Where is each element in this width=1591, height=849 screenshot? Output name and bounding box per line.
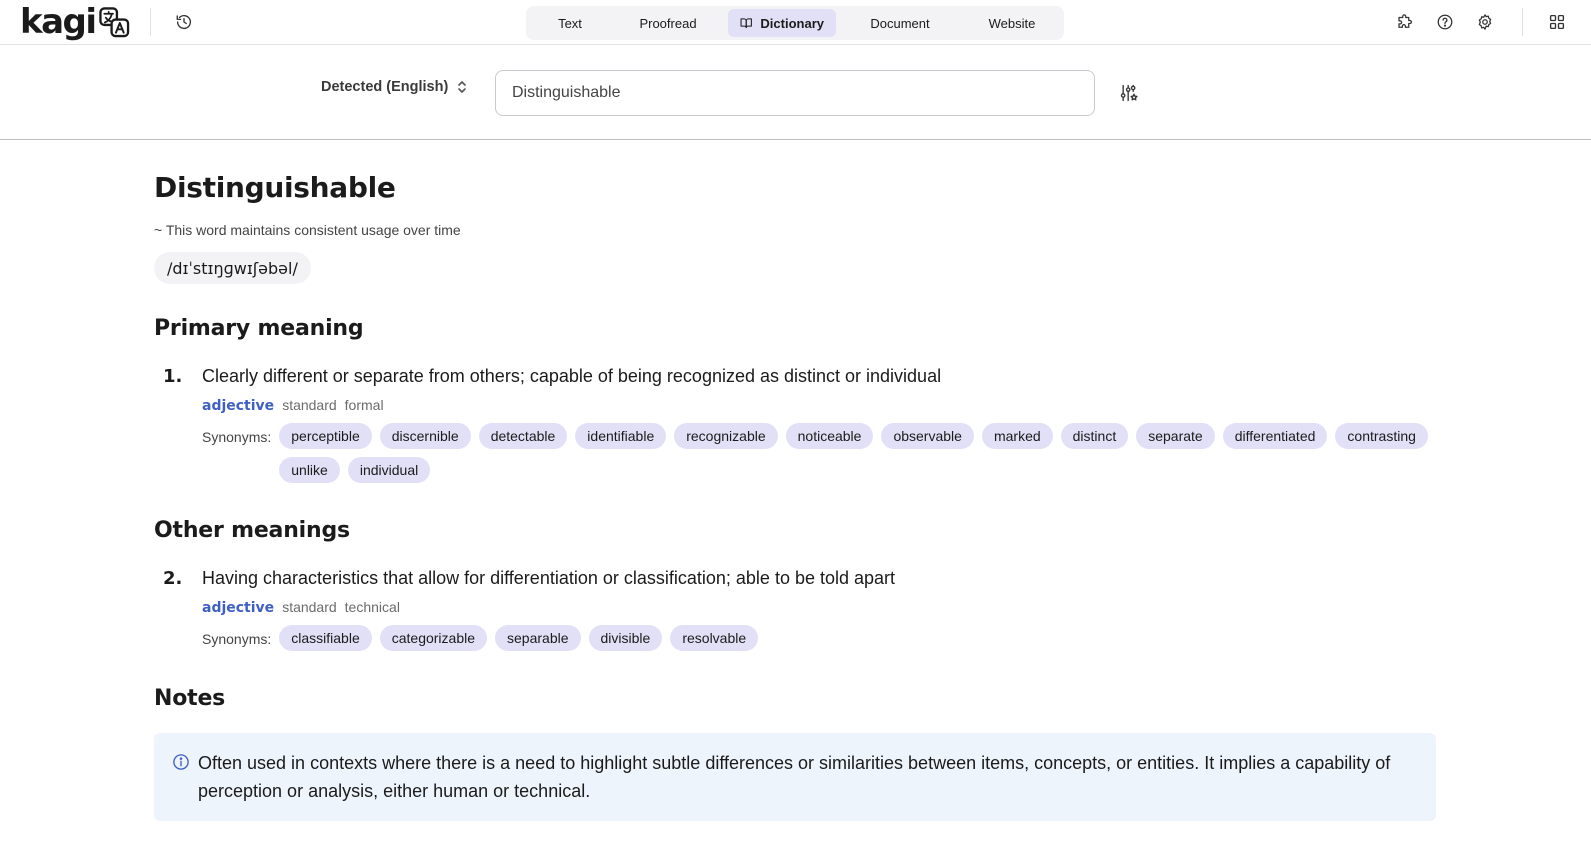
- topbar-divider: [150, 8, 151, 36]
- tab-dictionary[interactable]: Dictionary: [728, 9, 836, 37]
- meaning-tags: adjective standard technical: [202, 599, 408, 616]
- synonym-chip[interactable]: resolvable: [670, 625, 759, 651]
- synonym-chip[interactable]: separate: [1136, 423, 1215, 449]
- other-meanings-heading: Other meanings: [154, 518, 350, 543]
- logo-text: kagi: [20, 2, 97, 42]
- topbar-divider: [1522, 8, 1523, 36]
- synonym-chip[interactable]: observable: [881, 423, 974, 449]
- history-button[interactable]: [171, 9, 197, 35]
- notes-heading: Notes: [154, 686, 226, 711]
- meaning-number: 1.: [163, 366, 183, 387]
- usage-trend-note: ~ This word maintains consistent usage o…: [154, 222, 461, 238]
- kagi-logo[interactable]: kagi: [20, 3, 130, 41]
- synonym-chip[interactable]: contrasting: [1335, 423, 1428, 449]
- register-tag: formal: [344, 397, 384, 413]
- tab-label: Document: [870, 15, 930, 31]
- word-search-input[interactable]: [495, 70, 1095, 116]
- synonym-chip[interactable]: classifiable: [279, 625, 372, 651]
- top-bar: kagi Text Proofread Dictionary Document …: [0, 0, 1591, 45]
- pronunciation-badge: /dɪˈstɪŋɡwɪʃəbəl/: [154, 252, 311, 284]
- synonym-chip[interactable]: recognizable: [674, 423, 778, 449]
- synonyms-row: Synonyms: perceptible discernible detect…: [202, 423, 1442, 483]
- translate-logo-icon: [98, 6, 129, 37]
- synonym-chip[interactable]: unlike: [279, 457, 340, 483]
- tab-label: Dictionary: [760, 15, 824, 31]
- info-icon: [173, 754, 189, 770]
- register-tag: standard: [282, 599, 337, 615]
- synonym-chip[interactable]: distinct: [1060, 423, 1129, 449]
- primary-meaning-heading: Primary meaning: [154, 316, 364, 341]
- synonym-chip[interactable]: differentiated: [1222, 423, 1328, 449]
- usage-note-box: Often used in contexts where there is a …: [154, 733, 1436, 821]
- synonym-chip[interactable]: categorizable: [379, 625, 488, 651]
- gear-icon: [1478, 14, 1492, 30]
- synonym-chip[interactable]: detectable: [478, 423, 568, 449]
- help-icon: [1437, 14, 1453, 30]
- language-select[interactable]: Detected (English): [321, 79, 468, 95]
- tab-proofread[interactable]: Proofread: [608, 9, 728, 37]
- mode-tabs: Text Proofread Dictionary Document Websi…: [526, 6, 1064, 40]
- meaning-definition: Having characteristics that allow for di…: [202, 568, 896, 588]
- history-icon: [176, 15, 192, 30]
- synonym-chip[interactable]: individual: [347, 457, 431, 483]
- synonym-chip[interactable]: perceptible: [279, 423, 372, 449]
- register-tag: standard: [282, 397, 337, 413]
- puzzle-icon: [1398, 14, 1412, 28]
- synonyms-label: Synonyms:: [202, 631, 272, 647]
- synonym-chip[interactable]: marked: [981, 423, 1053, 449]
- synonyms-label: Synonyms:: [202, 429, 272, 445]
- synonym-chip[interactable]: noticeable: [785, 423, 874, 449]
- note-text: Often used in contexts where there is a …: [198, 753, 1391, 801]
- synonyms-row: Synonyms: classifiable categorizable sep…: [202, 625, 1442, 651]
- register-tag: technical: [344, 599, 400, 615]
- help-button[interactable]: [1432, 9, 1458, 35]
- tab-label: Proofread: [639, 15, 697, 31]
- search-row: Detected (English): [0, 45, 1591, 140]
- part-of-speech-tag: adjective: [202, 398, 275, 414]
- tab-text[interactable]: Text: [532, 9, 608, 37]
- part-of-speech-tag: adjective: [202, 600, 275, 616]
- book-icon: [740, 18, 752, 29]
- synonym-chip[interactable]: identifiable: [575, 423, 667, 449]
- sliders-icon: [1120, 84, 1138, 102]
- settings-button[interactable]: [1472, 9, 1498, 35]
- language-select-label: Detected (English): [321, 79, 449, 95]
- tab-label: Text: [558, 15, 582, 31]
- apps-menu-button[interactable]: [1544, 9, 1570, 35]
- chevron-up-down-icon: [458, 81, 467, 93]
- synonym-chip[interactable]: discernible: [379, 423, 471, 449]
- tab-label: Website: [988, 15, 1036, 31]
- meaning-number: 2.: [163, 568, 183, 589]
- synonym-chip[interactable]: divisible: [588, 625, 663, 651]
- synonym-list: perceptible discernible detectable ident…: [279, 423, 1439, 483]
- tab-website[interactable]: Website: [964, 9, 1060, 37]
- tab-document[interactable]: Document: [836, 9, 964, 37]
- meaning-definition: Clearly different or separate from other…: [202, 366, 942, 386]
- entry-word-title: Distinguishable: [154, 171, 396, 204]
- options-button[interactable]: [1116, 80, 1142, 106]
- synonym-chip[interactable]: separable: [495, 625, 581, 651]
- meaning-tags: adjective standard formal: [202, 397, 392, 414]
- grid-icon: [1549, 14, 1565, 30]
- synonym-list: classifiable categorizable separable div…: [279, 625, 1439, 651]
- extension-button[interactable]: [1392, 9, 1418, 35]
